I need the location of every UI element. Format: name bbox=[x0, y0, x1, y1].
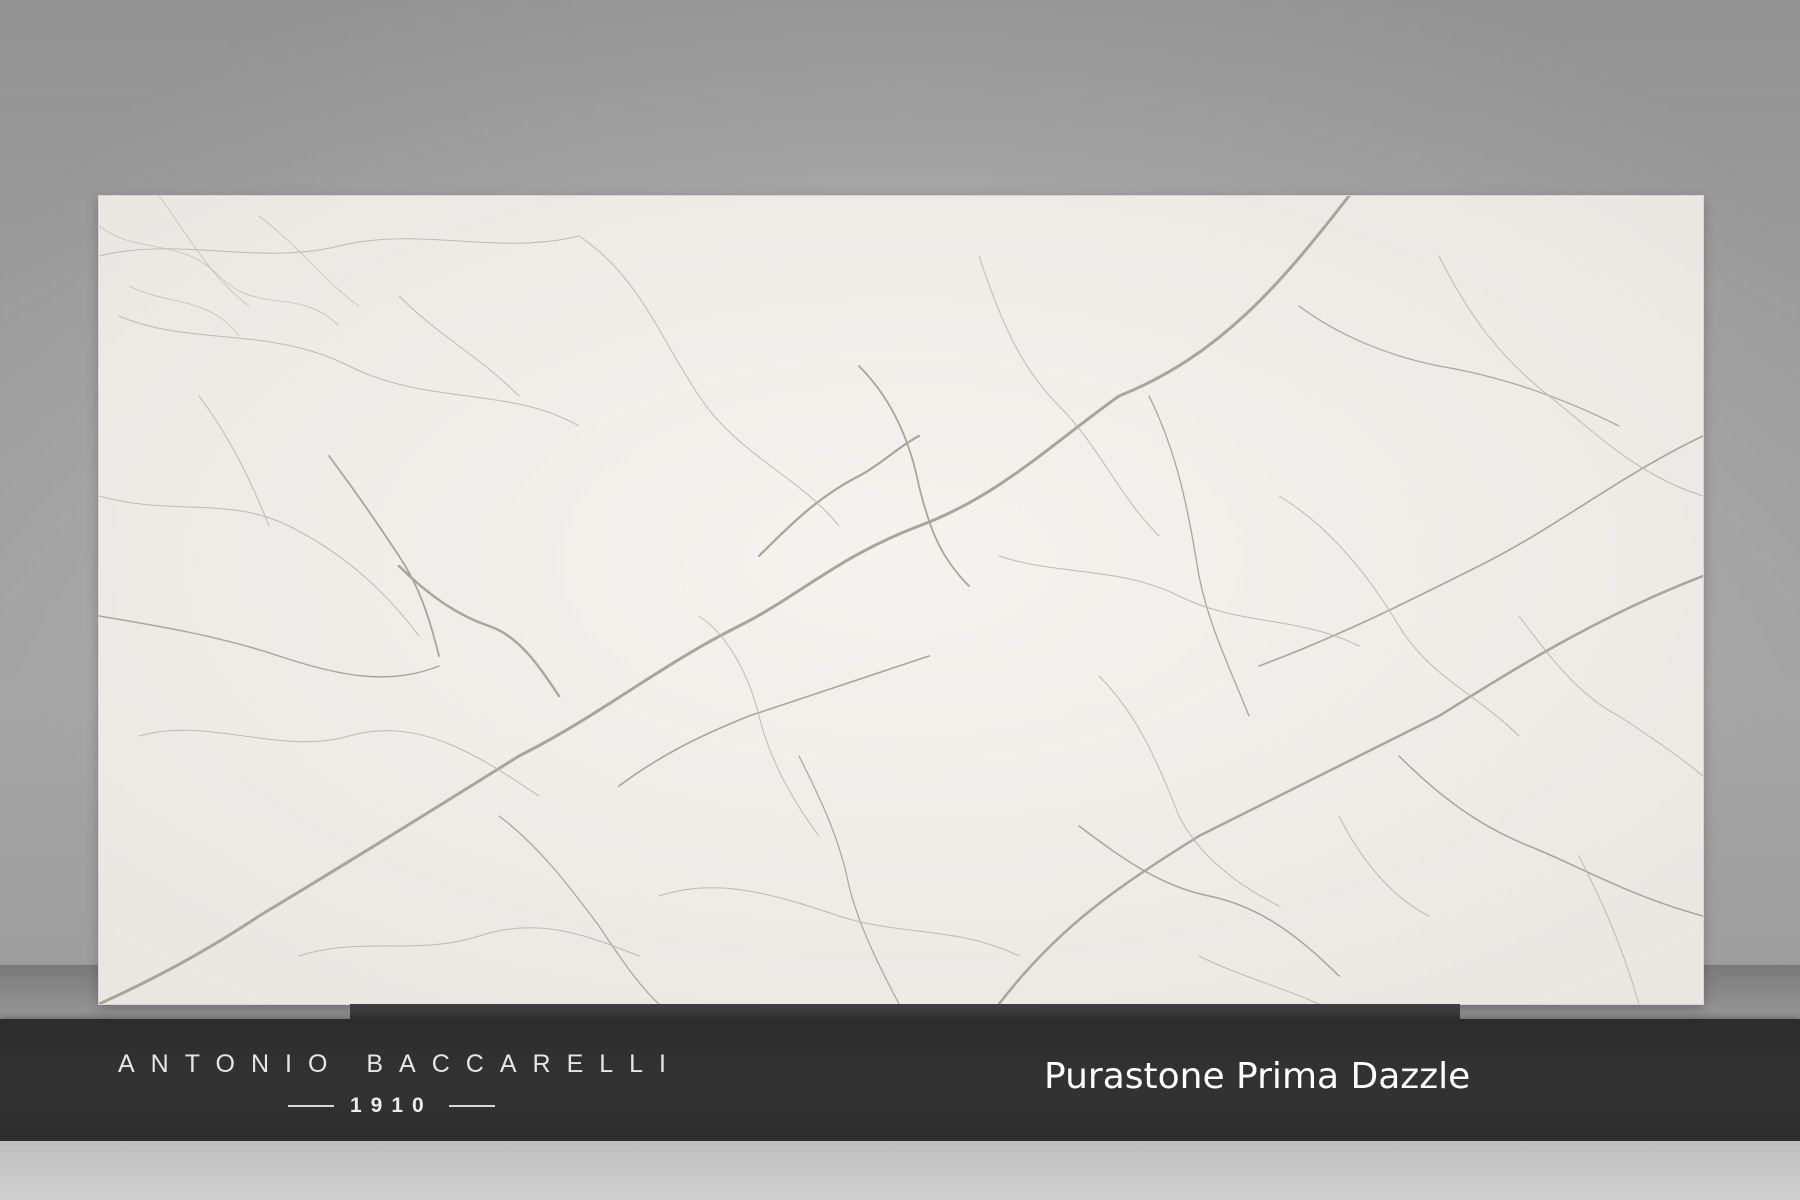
marble-slab-image bbox=[99, 196, 1703, 1004]
bottom-floor bbox=[0, 1141, 1800, 1200]
brand-year: 1910 bbox=[350, 1094, 433, 1117]
footer-banner bbox=[0, 1019, 1800, 1141]
marble-veins bbox=[99, 196, 1703, 1004]
year-right-rule bbox=[448, 1105, 495, 1107]
year-left-rule bbox=[288, 1105, 334, 1107]
brand-logo-name: ANTONIO BACCARELLI bbox=[118, 1050, 683, 1078]
brand-logo-year-row: 1910 bbox=[288, 1091, 495, 1121]
product-title: Purastone Prima Dazzle bbox=[1044, 1056, 1471, 1097]
